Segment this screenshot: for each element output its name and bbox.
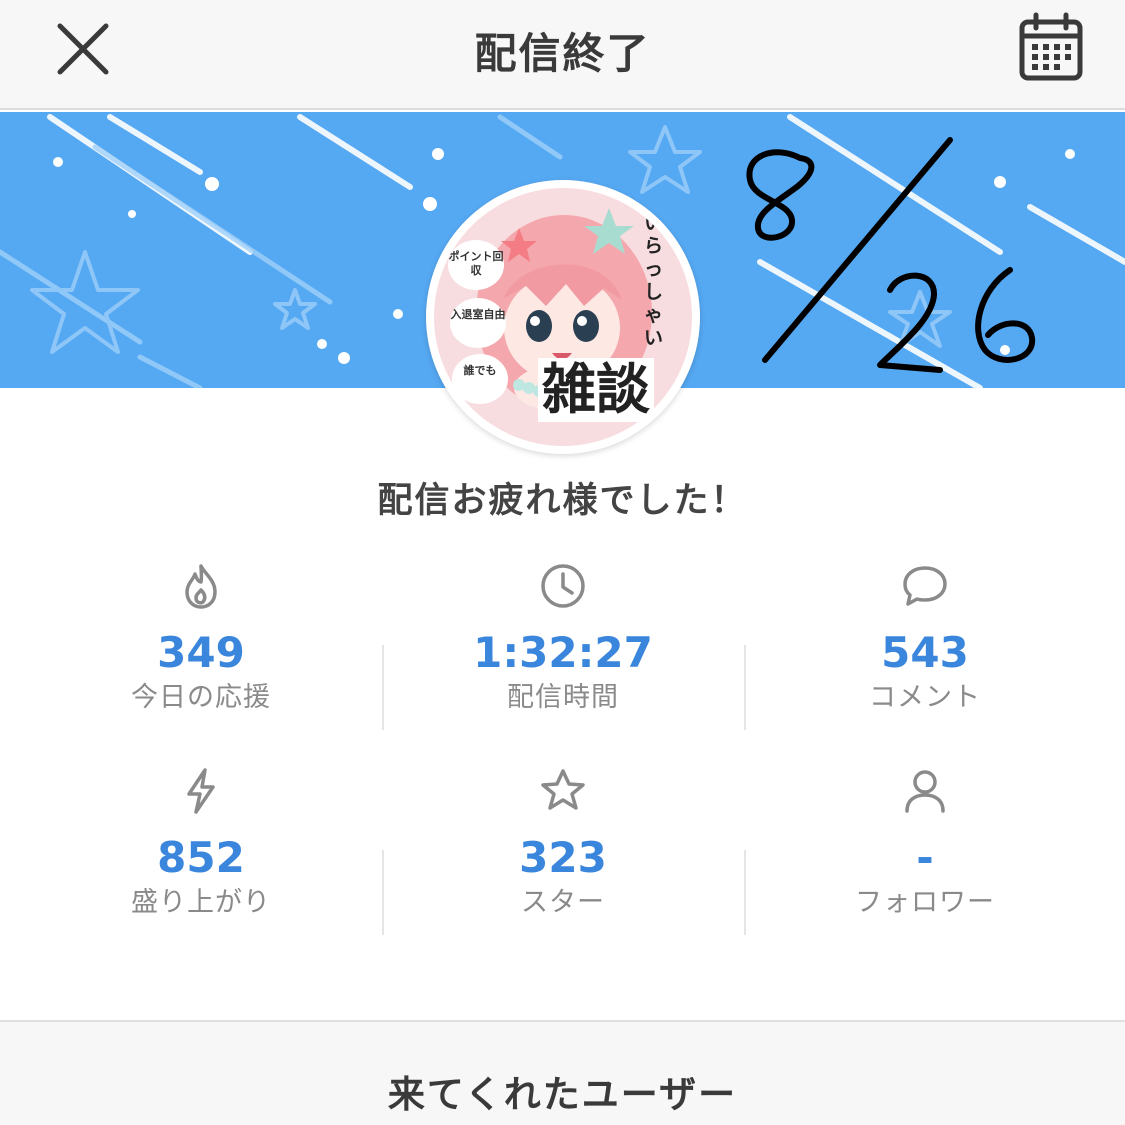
avatar-image: ポイント回収 入退室自由 誰でも いらっしゃい 雑談 (434, 188, 692, 446)
handwritten-date-drawing (746, 137, 1036, 373)
stat-divider (744, 645, 746, 730)
visitors-section-title: 来てくれたユーザー (387, 1073, 738, 1116)
avatar-bubble: 誰でも (452, 354, 508, 404)
stat-divider (382, 645, 384, 730)
stat-value: - (916, 833, 934, 882)
stat-value: 1:32:27 (473, 628, 653, 677)
stat-duration: 1:32:27 配信時間 (382, 560, 744, 750)
clock-icon (541, 564, 585, 608)
lightning-icon (187, 768, 215, 814)
stat-label: 盛り上がり (131, 887, 271, 918)
user-icon (905, 770, 945, 813)
stat-value: 852 (157, 833, 245, 882)
comment-icon (903, 566, 947, 606)
stat-excitement: 852 盛り上がり (20, 765, 382, 955)
visitors-section[interactable]: 来てくれたユーザー (0, 1020, 1125, 1125)
calendar-icon (1019, 12, 1083, 81)
stat-comments: 543 コメント (744, 560, 1106, 750)
stat-label: 今日の応援 (131, 682, 271, 713)
avatar-bubble: 入退室自由 (450, 298, 506, 348)
top-bar: 配信終了 (0, 0, 1125, 110)
calendar-button[interactable] (1016, 12, 1086, 82)
stat-label: スター (521, 887, 605, 918)
avatar-vertical-caption: いらっしゃい (644, 212, 664, 349)
stat-divider (382, 850, 384, 935)
avatar-bubble: ポイント回収 (448, 240, 504, 290)
stat-stars: 323 スター (382, 765, 744, 955)
stat-value: 323 (519, 833, 607, 882)
stat-followers: - フォロワー (744, 765, 1106, 955)
avatar-caption: 雑談 (538, 358, 654, 422)
stat-label: フォロワー (855, 887, 995, 918)
stat-value: 543 (881, 628, 969, 677)
page-title: 配信終了 (474, 29, 651, 78)
flame-icon (185, 564, 217, 609)
stream-end-message: 配信お疲れ様でした！ (377, 481, 748, 521)
star-icon (541, 769, 585, 810)
stat-divider (744, 850, 746, 935)
stat-label: 配信時間 (507, 682, 619, 713)
stat-value: 349 (157, 628, 245, 677)
stat-support: 349 今日の応援 (20, 560, 382, 750)
stat-label: コメント (869, 682, 981, 713)
streamer-avatar[interactable]: ポイント回収 入退室自由 誰でも いらっしゃい 雑談 (426, 180, 700, 454)
